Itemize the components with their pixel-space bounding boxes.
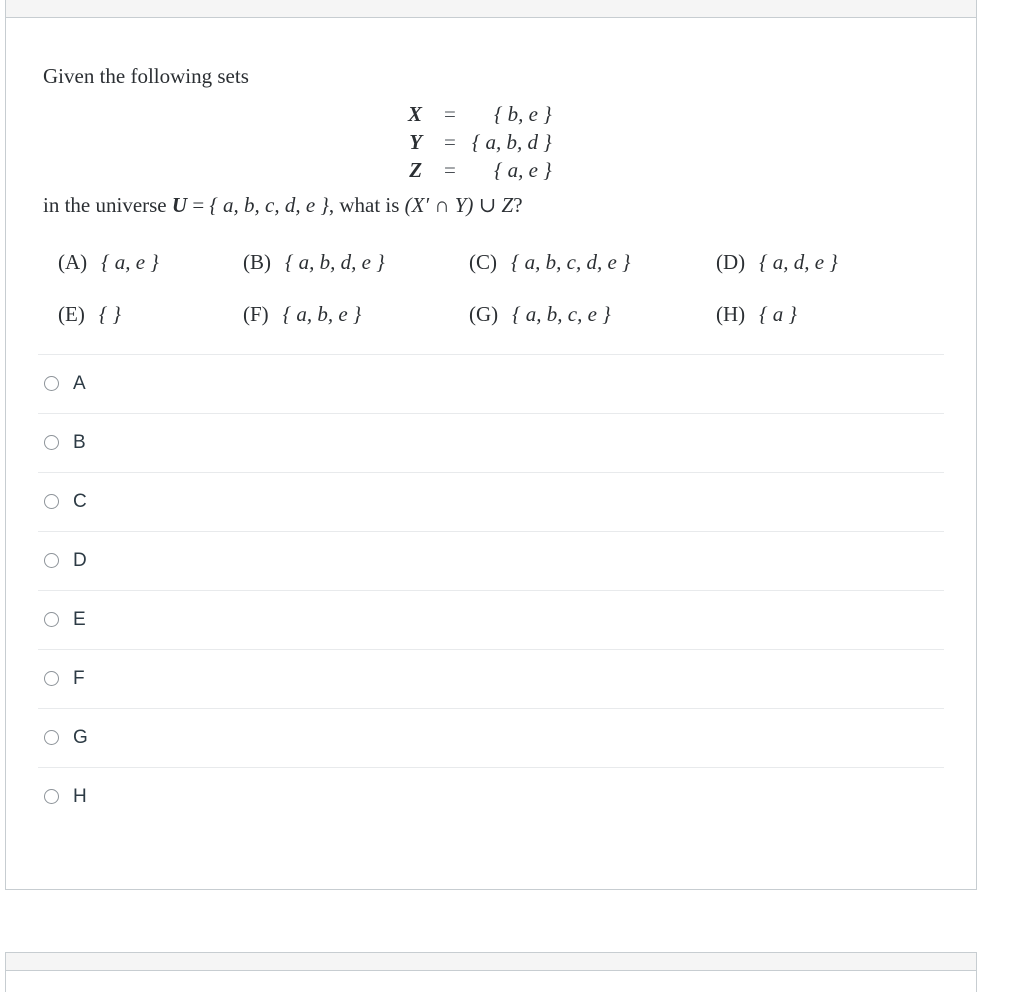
answer-option-d[interactable]: D <box>38 530 944 590</box>
universe-variable: U <box>171 192 188 217</box>
answer-option-g[interactable]: G <box>38 707 944 767</box>
radio-button-icon[interactable] <box>44 553 59 569</box>
choice-value-g: { a, b, c, e } <box>512 301 611 326</box>
question-stem: Given the following sets X = { b, e } Y … <box>6 18 976 216</box>
set-definition-row: X = { b, e } <box>408 101 552 129</box>
choice-option-a: (A) { a, e } <box>58 250 159 275</box>
answer-option-h[interactable]: H <box>38 766 944 826</box>
set-definition-row: Y = { a, b, d } <box>408 129 552 157</box>
question-card-header <box>6 0 976 18</box>
stem-universe-line: in the universe U = { a, b, c, d, e }, w… <box>38 192 944 217</box>
choice-option-g: (G) { a, b, c, e } <box>469 302 611 327</box>
choice-value-h: { a } <box>759 301 797 326</box>
choice-option-b: (B) { a, b, d, e } <box>243 250 385 275</box>
next-question-card-header <box>6 953 976 971</box>
choice-tag-h: (H) <box>716 301 746 326</box>
set-def-var-y: Y <box>409 129 423 154</box>
set-def-value-y: { a, b, d } <box>471 129 552 154</box>
answer-option-label: C <box>73 491 87 513</box>
universe-set: { a, b, c, d, e } <box>209 192 329 217</box>
set-def-eq-z: = <box>444 157 456 182</box>
choice-value-a: { a, e } <box>101 249 159 274</box>
answer-option-label: A <box>73 373 86 395</box>
universe-equals: = <box>187 192 210 217</box>
radio-button-icon[interactable] <box>44 789 59 805</box>
answer-option-label: H <box>73 786 87 808</box>
answer-option-label: E <box>73 609 86 631</box>
stem-intro-text: Given the following sets <box>43 64 249 88</box>
choice-option-c: (C) { a, b, c, d, e } <box>469 250 630 275</box>
set-def-value-z: { a, e } <box>494 157 552 182</box>
radio-button-icon[interactable] <box>44 435 59 451</box>
answer-option-c[interactable]: C <box>38 471 944 531</box>
universe-prefix: in the universe <box>43 192 172 217</box>
choice-tag-a: (A) <box>58 249 88 274</box>
answer-option-label: F <box>73 668 85 690</box>
choice-value-f: { a, b, e } <box>282 301 362 326</box>
answer-option-label: D <box>73 550 87 572</box>
next-question-card <box>5 952 977 992</box>
choice-tag-c: (C) <box>469 249 497 274</box>
choice-legend-row-1: (A) { a, e } (B) { a, b, d, e } (C) { a, b,… <box>38 250 944 302</box>
choice-tag-e: (E) <box>58 301 85 326</box>
set-def-eq-y: = <box>444 129 456 154</box>
set-definitions-table: X = { b, e } Y = { a, b, d } Z = { a, e … <box>408 101 552 185</box>
choice-value-b: { a, b, d, e } <box>285 249 385 274</box>
question-expression: (X′ ∩ Y) ∪ Z <box>404 192 514 217</box>
radio-button-icon[interactable] <box>44 612 59 628</box>
choice-option-d: (D) { a, d, e } <box>716 250 838 275</box>
question-card-body: Given the following sets X = { b, e } Y … <box>6 18 976 826</box>
answer-options-list: A B C D E F G H <box>38 353 944 826</box>
answer-option-f[interactable]: F <box>38 648 944 708</box>
choice-option-h: (H) { a } <box>716 302 797 327</box>
radio-button-icon[interactable] <box>44 730 59 746</box>
choice-legend: (A) { a, e } (B) { a, b, d, e } (C) { a, b,… <box>6 250 976 354</box>
set-definitions: X = { b, e } Y = { a, b, d } Z = { a, e … <box>38 101 944 185</box>
set-def-value-x: { b, e } <box>494 102 552 126</box>
universe-suffix: ? <box>513 192 523 217</box>
choice-legend-row-2: (E){ } (F){ a, b, e } (G){ a, b, c, e } … <box>38 302 944 354</box>
question-card: Given the following sets X = { b, e } Y … <box>5 0 977 890</box>
choice-tag-f: (F) <box>243 301 269 326</box>
choice-tag-d: (D) <box>716 249 746 274</box>
answer-option-b[interactable]: B <box>38 412 944 472</box>
set-def-var-x: X <box>408 102 423 126</box>
universe-middle: , what is <box>328 192 405 217</box>
choice-tag-g: (G) <box>469 301 499 326</box>
set-def-eq-x: = <box>444 102 456 126</box>
set-definition-row: Z = { a, e } <box>408 157 552 185</box>
choice-option-e: (E) { } <box>58 302 121 327</box>
radio-button-icon[interactable] <box>44 671 59 687</box>
set-def-var-z: Z <box>409 157 423 182</box>
answer-option-label: B <box>73 432 86 454</box>
answer-option-e[interactable]: E <box>38 589 944 649</box>
choice-value-e: { } <box>98 301 121 326</box>
choice-value-c: { a, b, c, d, e } <box>511 249 631 274</box>
radio-button-icon[interactable] <box>44 494 59 510</box>
answer-option-label: G <box>73 727 88 749</box>
choice-value-d: { a, d, e } <box>759 249 838 274</box>
choice-tag-b: (B) <box>243 249 271 274</box>
answer-option-a[interactable]: A <box>38 353 944 413</box>
radio-button-icon[interactable] <box>44 376 59 392</box>
choice-option-f: (F) { a, b, e } <box>243 302 361 327</box>
